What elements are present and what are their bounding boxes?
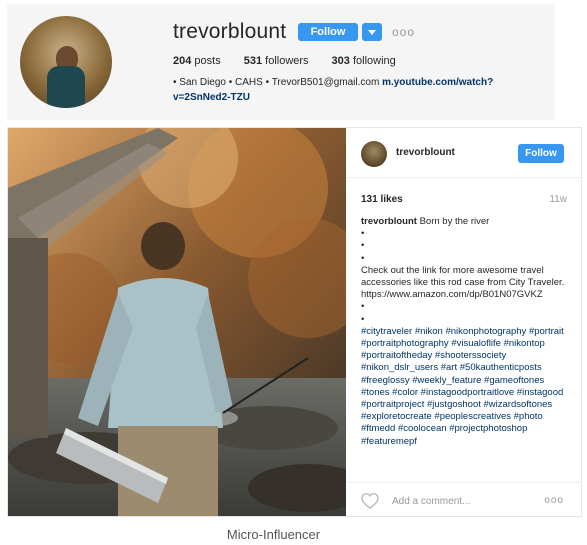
figure-caption-text: Micro-Influencer	[226, 527, 321, 542]
figure-caption: Micro-Influencer	[0, 527, 587, 542]
caption-bullet: •	[361, 228, 365, 240]
caption-bullet: •	[361, 313, 365, 325]
profile-avatar[interactable]	[20, 16, 112, 108]
post-author-username[interactable]: trevorblount	[396, 147, 455, 158]
chevron-down-icon	[368, 29, 376, 35]
comment-bar: Add a comment... ooo	[347, 482, 582, 516]
post-header: trevorblount Follow	[347, 128, 582, 178]
avatar-body	[47, 66, 85, 108]
photo-illustration	[8, 128, 346, 516]
caption-bullet: •	[361, 240, 365, 252]
follow-button[interactable]: Follow	[298, 23, 358, 41]
caption-bullet: •	[361, 301, 365, 313]
caption-url: https://www.amazon.com/dp/B01N07GVKZ	[361, 289, 543, 301]
caption-first: Born by the river	[419, 216, 490, 227]
post-sidebar: trevorblount Follow 131 likes 11w trevor…	[347, 128, 582, 516]
post-author-avatar[interactable]	[361, 141, 387, 167]
post-time[interactable]: 11w	[549, 194, 567, 205]
add-comment-input[interactable]: Add a comment...	[392, 496, 470, 507]
followers-stat[interactable]: 531 followers	[244, 55, 309, 67]
posts-count: 204	[173, 55, 192, 67]
following-label: following	[352, 55, 396, 67]
more-options-icon[interactable]: ooo	[392, 25, 415, 39]
follow-dropdown-button[interactable]	[362, 23, 382, 41]
heart-icon[interactable]	[361, 493, 379, 509]
post-follow-button[interactable]: Follow	[518, 144, 564, 163]
caption-hashtags[interactable]: #citytraveler #nikon #nikonphotography #…	[361, 326, 571, 448]
profile-stats: 204 posts 531 followers 303 following	[173, 55, 396, 67]
post-caption: trevorblount Born by the river • • • Che…	[361, 216, 571, 448]
likes-count[interactable]: 131 likes	[361, 194, 403, 205]
following-count: 303	[331, 55, 350, 67]
following-stat[interactable]: 303 following	[332, 55, 396, 67]
post-photo[interactable]	[8, 128, 346, 516]
profile-bio: • San Diego • CAHS • TrevorB501@gmail.co…	[173, 75, 548, 105]
post-more-options-icon[interactable]: ooo	[544, 495, 564, 506]
followers-label: followers	[265, 55, 309, 67]
caption-body: Check out the link for more awesome trav…	[361, 264, 565, 289]
profile-header: trevorblount Follow ooo 204 posts 531 fo…	[7, 4, 555, 120]
likes-row: 131 likes 11w	[361, 194, 567, 206]
caption-bullet: •	[361, 252, 365, 264]
caption-username[interactable]: trevorblount	[361, 216, 417, 227]
posts-stat[interactable]: 204 posts	[173, 55, 221, 67]
posts-label: posts	[194, 55, 221, 67]
caption-first-line: trevorblount Born by the river	[361, 216, 571, 228]
bio-text: • San Diego • CAHS • TrevorB501@gmail.co…	[173, 77, 380, 88]
post-card: trevorblount Follow 131 likes 11w trevor…	[7, 127, 582, 517]
followers-count: 531	[243, 55, 263, 67]
profile-username: trevorblount	[173, 20, 287, 43]
